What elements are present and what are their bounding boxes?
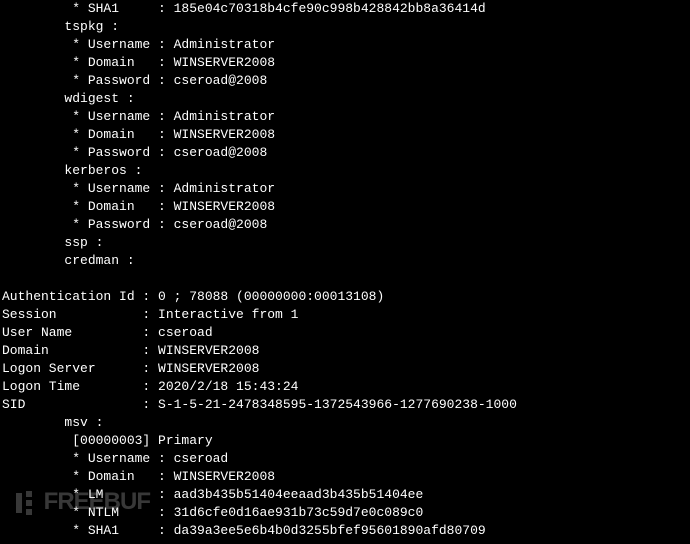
line-authid: Authentication Id : 0 ; 78088 (00000000:… — [2, 289, 384, 304]
line-logonserver: Logon Server : WINSERVER2008 — [2, 361, 259, 376]
line-session: Session : Interactive from 1 — [2, 307, 298, 322]
line-w-user: * Username : Administrator — [2, 109, 275, 124]
line-t-domain: * Domain : WINSERVER2008 — [2, 55, 275, 70]
line-k-domain: * Domain : WINSERVER2008 — [2, 199, 275, 214]
line-m-domain: * Domain : WINSERVER2008 — [2, 469, 275, 484]
line-m-lm: * LM : aad3b435b51404eeaad3b435b51404ee — [2, 487, 423, 502]
line-w-domain: * Domain : WINSERVER2008 — [2, 127, 275, 142]
line-ssp: ssp : — [2, 235, 103, 250]
line-m-ntlm: * NTLM : 31d6cfe0d16ae931b73c59d7e0c089c… — [2, 505, 423, 520]
line-sid: SID : S-1-5-21-2478348595-1372543966-127… — [2, 397, 517, 412]
line-username: User Name : cseroad — [2, 325, 213, 340]
terminal-output: * SHA1 : 185e04c70318b4cfe90c998b428842b… — [0, 0, 690, 540]
line-credman: credman : — [2, 253, 135, 268]
line-w-pass: * Password : cseroad@2008 — [2, 145, 267, 160]
line-k-pass: * Password : cseroad@2008 — [2, 217, 267, 232]
line-wdigest: wdigest : — [2, 91, 135, 106]
line-t-pass: * Password : cseroad@2008 — [2, 73, 267, 88]
line-m-sha1: * SHA1 : da39a3ee5e6b4b0d3255bfef9560189… — [2, 523, 486, 538]
line-m-user: * Username : cseroad — [2, 451, 228, 466]
line-msv: msv : — [2, 415, 103, 430]
line-domain: Domain : WINSERVER2008 — [2, 343, 259, 358]
line-logontime: Logon Time : 2020/2/18 15:43:24 — [2, 379, 298, 394]
line-sha1: * SHA1 : 185e04c70318b4cfe90c998b428842b… — [2, 1, 486, 16]
line-kerberos: kerberos : — [2, 163, 142, 178]
line-t-user: * Username : Administrator — [2, 37, 275, 52]
line-tspkg: tspkg : — [2, 19, 119, 34]
line-k-user: * Username : Administrator — [2, 181, 275, 196]
line-primary: [00000003] Primary — [2, 433, 213, 448]
